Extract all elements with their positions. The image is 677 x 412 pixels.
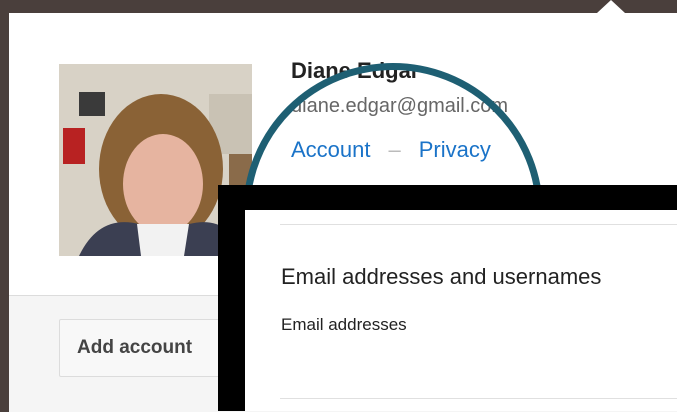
add-account-button[interactable]: Add account	[59, 319, 234, 377]
section-heading: Email addresses and usernames	[281, 264, 602, 289]
zoomed-settings-panel	[245, 210, 677, 411]
settings-divider-bottom	[280, 398, 677, 399]
email-addresses-label: Email addresses	[281, 315, 407, 334]
popup-arrow	[597, 0, 625, 13]
settings-divider	[280, 224, 677, 225]
